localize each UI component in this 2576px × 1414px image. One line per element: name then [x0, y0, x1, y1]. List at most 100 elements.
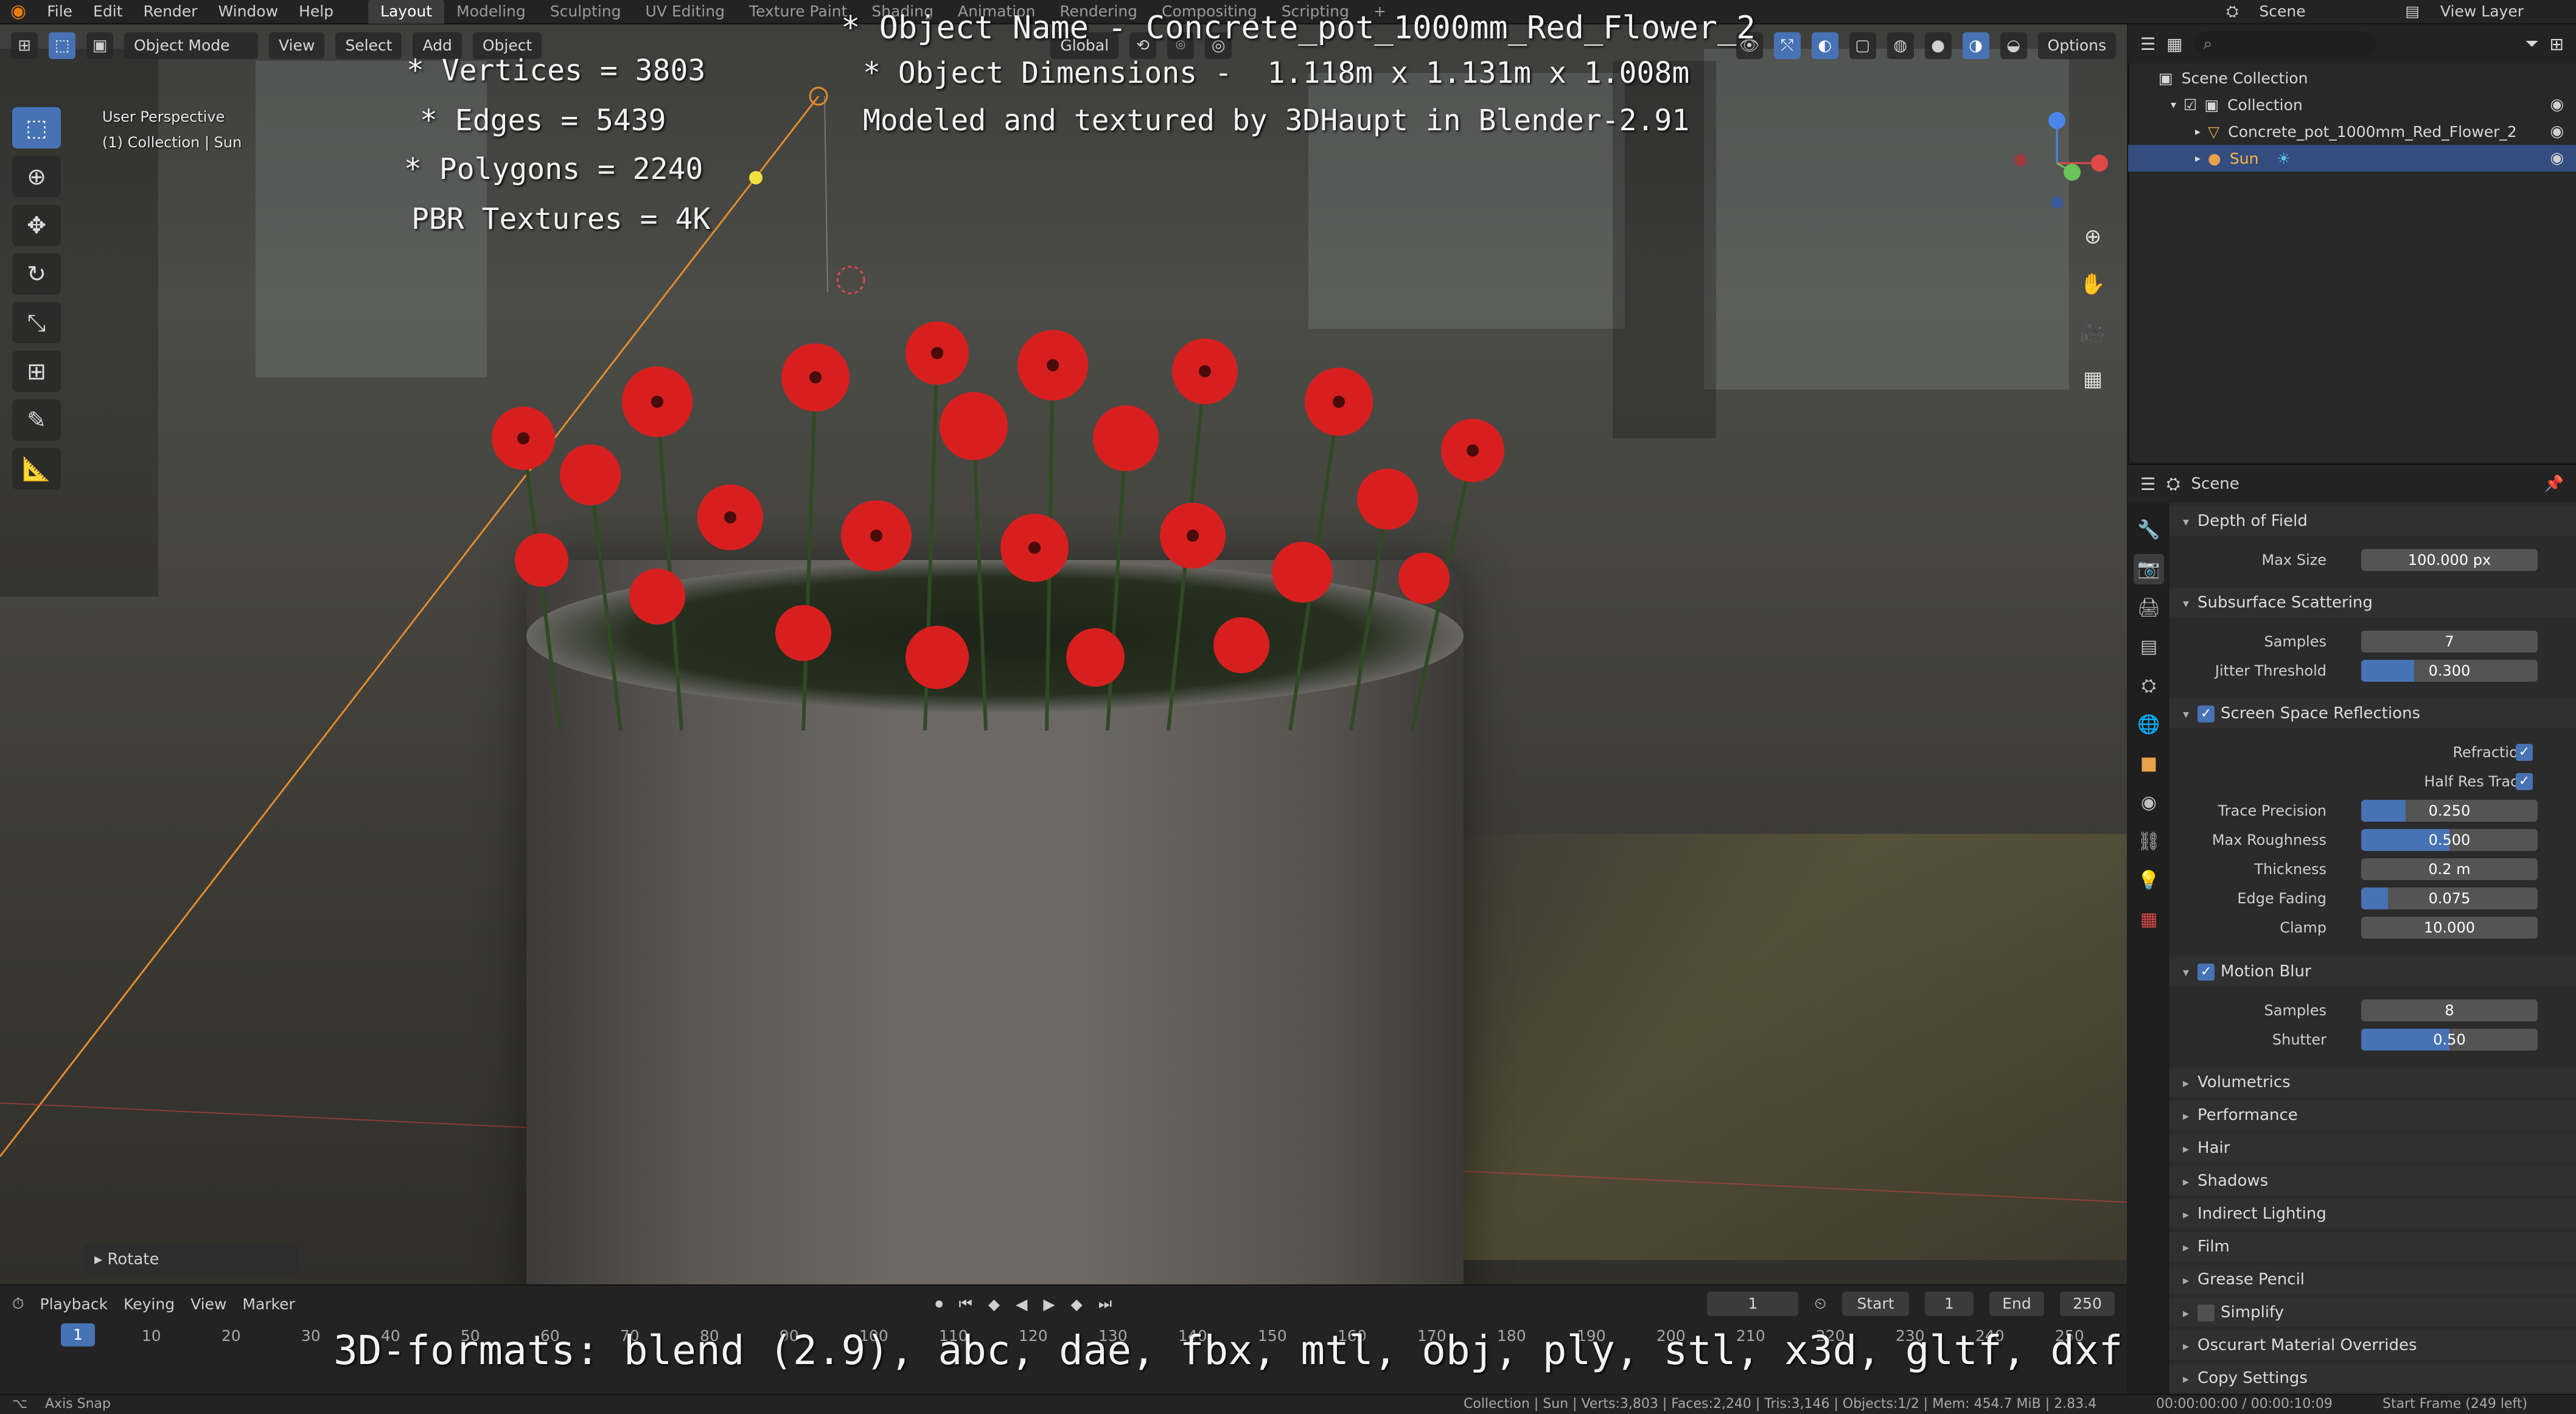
motion-blur-checkbox[interactable]: ✓	[2197, 963, 2215, 981]
navigation-gizmo[interactable]	[2002, 102, 2124, 224]
menu-window[interactable]: Window	[208, 0, 288, 24]
xray-icon[interactable]: ▢	[1849, 32, 1876, 59]
outliner-editor-icon[interactable]: ☰	[2140, 34, 2155, 54]
display-mode-icon[interactable]: ▦	[2166, 34, 2182, 54]
jitter-threshold-slider[interactable]: 0.300	[2361, 660, 2538, 682]
panel-subsurface-scattering[interactable]: ▾ Subsurface Scattering	[2169, 588, 2576, 617]
start-frame-field[interactable]: 1	[1925, 1292, 1974, 1316]
preview-range-icon[interactable]: ⏲	[1814, 1295, 1826, 1313]
outliner-search-input[interactable]: ⌕	[2193, 32, 2376, 56]
sss-samples-field[interactable]: 7	[2361, 631, 2538, 653]
next-keyframe-icon[interactable]: ◆	[1071, 1295, 1083, 1313]
timeline-menu-view[interactable]: View	[190, 1295, 226, 1313]
filter-icon[interactable]: ⏷	[2525, 33, 2538, 54]
prev-keyframe-icon[interactable]: ◆	[988, 1295, 1000, 1313]
eye-icon[interactable]: ◉	[2550, 149, 2564, 167]
material-preview-icon[interactable]: ◑	[1962, 32, 1989, 59]
tab-sculpting[interactable]: Sculpting	[538, 0, 634, 24]
outliner-collection[interactable]: ▾ ☑ ▣ Collection ◉	[2128, 91, 2576, 118]
select-tool-icon[interactable]: ⬚	[12, 107, 61, 149]
properties-editor-icon[interactable]: ☰	[2140, 474, 2155, 494]
expand-arrow-icon[interactable]: ▸	[2195, 125, 2201, 138]
record-icon[interactable]: ⏺	[935, 1295, 943, 1313]
trace-precision-slider[interactable]: 0.250	[2361, 800, 2538, 822]
view-layer-tab-icon[interactable]: ▤	[2134, 632, 2164, 662]
clamp-field[interactable]: 10.000	[2361, 917, 2538, 939]
texture-tab-icon[interactable]: ▦	[2134, 905, 2164, 935]
play-icon[interactable]: ▶	[1043, 1295, 1055, 1313]
camera-icon[interactable]: 🎥	[2075, 314, 2110, 349]
edge-fading-slider[interactable]: 0.075	[2361, 887, 2538, 909]
shutter-slider[interactable]: 0.50	[2361, 1029, 2538, 1051]
gizmo-icon[interactable]: ⤲	[1773, 32, 1801, 59]
editor-type-icon[interactable]: ⊞	[11, 32, 38, 59]
perspective-grid-icon[interactable]: ▦	[2075, 362, 2110, 397]
timeline-menu-marker[interactable]: Marker	[242, 1295, 295, 1313]
panel-screen-space-reflections[interactable]: ▾ ✓ Screen Space Reflections	[2169, 699, 2576, 728]
timeline-editor-icon[interactable]: ⏱	[12, 1295, 24, 1313]
tab-modeling[interactable]: Modeling	[444, 0, 538, 24]
scale-tool-icon[interactable]: ⤡	[12, 302, 61, 343]
max-size-field[interactable]: 100.000 px	[2361, 549, 2538, 571]
select-mode-icon[interactable]: ▣	[86, 32, 113, 59]
rotate-tool-icon[interactable]: ↻	[12, 253, 61, 295]
scene-tab-icon[interactable]: ⛭	[2134, 671, 2164, 701]
viewport-menu-select[interactable]: Select	[335, 32, 402, 59]
playhead-frame[interactable]: 1	[61, 1323, 95, 1346]
menu-edit[interactable]: Edit	[83, 0, 133, 24]
scene-name[interactable]: Scene	[2249, 0, 2395, 24]
thickness-field[interactable]: 0.2 m	[2361, 858, 2538, 880]
expand-arrow-icon[interactable]: ▾	[2171, 99, 2176, 111]
annotate-tool-icon[interactable]: ✎	[12, 399, 61, 441]
world-tab-icon[interactable]: 🌐	[2134, 710, 2164, 740]
last-operation-panel[interactable]: ▸ Rotate	[83, 1244, 299, 1275]
refraction-checkbox[interactable]: ✓	[2516, 744, 2533, 761]
view-layer-icon[interactable]: ▤	[2395, 0, 2430, 24]
menu-render[interactable]: Render	[133, 0, 208, 24]
zoom-icon[interactable]: ⊕	[2075, 219, 2110, 254]
jump-end-icon[interactable]: ⏭	[1098, 1295, 1112, 1313]
timeline-menu-playback[interactable]: Playback	[40, 1295, 108, 1313]
object-mode-dropdown[interactable]: Object Mode	[124, 32, 258, 59]
checkbox-icon[interactable]: ☑	[2183, 96, 2197, 114]
panel-hair[interactable]: ▸ Hair	[2169, 1133, 2576, 1163]
end-frame-field[interactable]: 250	[2060, 1292, 2115, 1316]
cursor-tool-icon[interactable]: ⊕	[12, 156, 61, 197]
current-frame-field[interactable]: 1	[1707, 1292, 1799, 1316]
ssr-enable-checkbox[interactable]: ✓	[2197, 705, 2215, 723]
panel-film[interactable]: ▸ Film	[2169, 1232, 2576, 1261]
rendered-shading-icon[interactable]: ◒	[2000, 32, 2027, 59]
timeline-menu-keying[interactable]: Keying	[124, 1295, 175, 1313]
menu-file[interactable]: File	[37, 0, 83, 24]
eye-icon[interactable]: ◉	[2550, 96, 2564, 114]
blender-logo-icon[interactable]: ◉	[0, 0, 37, 24]
data-tab-icon[interactable]: 💡	[2134, 866, 2164, 896]
panel-grease-pencil[interactable]: ▸ Grease Pencil	[2169, 1265, 2576, 1294]
new-collection-icon[interactable]: ⊞	[2550, 34, 2564, 54]
outliner-object-sun[interactable]: ▸ ● Sun ☀ ◉	[2128, 145, 2576, 172]
max-roughness-slider[interactable]: 0.500	[2361, 829, 2538, 851]
eye-icon[interactable]: ◉	[2550, 122, 2564, 141]
panel-performance[interactable]: ▸ Performance	[2169, 1101, 2576, 1130]
panel-copy-settings[interactable]: ▸ Copy Settings	[2169, 1363, 2576, 1393]
object-tab-icon[interactable]: ■	[2134, 749, 2164, 779]
panel-depth-of-field[interactable]: ▾ Depth of Field	[2169, 506, 2576, 536]
output-tab-icon[interactable]: 🖨	[2134, 593, 2164, 623]
move-tool-icon[interactable]: ✥	[12, 205, 61, 246]
panel-oscurart-overrides[interactable]: ▸ Oscurart Material Overrides	[2169, 1331, 2576, 1360]
play-reverse-icon[interactable]: ◀	[1016, 1295, 1027, 1313]
render-tab-icon[interactable]: 📷	[2134, 554, 2164, 584]
jump-start-icon[interactable]: ⏮	[958, 1295, 972, 1313]
solid-shading-icon[interactable]: ●	[1924, 32, 1952, 59]
tool-tab-icon[interactable]: 🔧	[2134, 515, 2164, 545]
viewport-options-button[interactable]: Options	[2037, 32, 2116, 59]
motion-blur-samples-field[interactable]: 8	[2361, 999, 2538, 1021]
pan-hand-icon[interactable]: ✋	[2075, 267, 2110, 302]
panel-indirect-lighting[interactable]: ▸ Indirect Lighting	[2169, 1199, 2576, 1228]
overlays-icon[interactable]: ◐	[1811, 32, 1838, 59]
constraints-tab-icon[interactable]: ⛓	[2134, 827, 2164, 857]
tab-uv-editing[interactable]: UV Editing	[634, 0, 737, 24]
transform-tool-icon[interactable]: ⊞	[12, 351, 61, 392]
3d-viewport[interactable]	[0, 24, 2127, 1284]
outliner-object-pot[interactable]: ▸ ▽ Concrete_pot_1000mm_Red_Flower_2 ◉	[2128, 118, 2576, 145]
